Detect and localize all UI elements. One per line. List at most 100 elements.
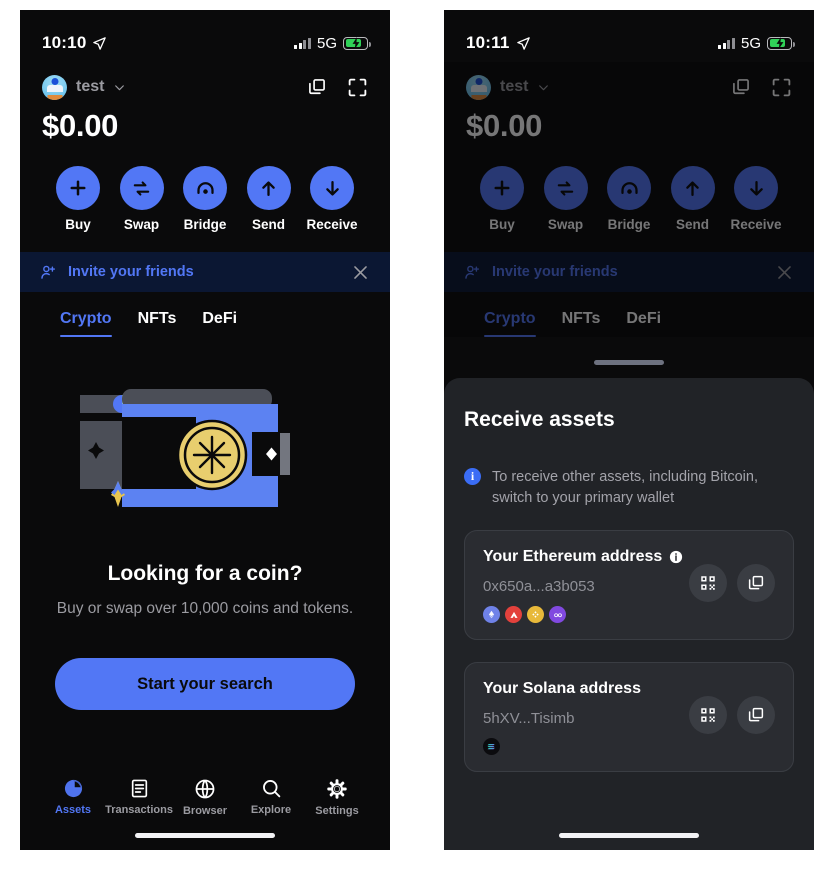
empty-state-title: Looking for a coin?: [107, 562, 303, 585]
address-card-title-row: Your Ethereum address: [483, 548, 683, 566]
user-plus-icon: [41, 265, 56, 279]
plus-icon: [56, 166, 100, 210]
signal-bars-icon: [718, 37, 735, 49]
nav-item-settings[interactable]: Settings: [306, 778, 368, 850]
action-buy: Buy: [474, 166, 530, 232]
avatar: [42, 74, 67, 100]
info-icon[interactable]: [669, 550, 683, 564]
screenshot-stage: 10:10 5G test $0.00 Buy Swap Bridge Send…: [0, 0, 840, 870]
header-actions: [731, 77, 792, 98]
tab-crypto: Crypto: [484, 310, 536, 337]
location-arrow-icon: [93, 36, 107, 50]
address-card-title: Your Solana address: [483, 680, 641, 698]
invite-banner-label: Invite your friends: [492, 264, 618, 280]
action-buy[interactable]: Buy: [50, 166, 106, 232]
avalanche-chain-icon: [505, 606, 522, 624]
wallet-selector[interactable]: test: [42, 74, 126, 100]
action-button-row: Buy Swap Bridge Send Receive: [444, 144, 814, 232]
action-receive[interactable]: Receive: [304, 166, 360, 232]
status-bar-time-group: 10:11: [466, 33, 531, 53]
avatar: [466, 74, 491, 100]
nav-item-explore[interactable]: Explore: [240, 778, 302, 850]
home-indicator: [135, 833, 275, 838]
chevron-down-icon: [115, 84, 125, 90]
tab-crypto[interactable]: Crypto: [60, 310, 112, 337]
action-send: Send: [665, 166, 721, 232]
status-bar: 10:11 5G: [444, 10, 814, 62]
wallet-header: test: [20, 62, 390, 106]
tab-nfts: NFTs: [561, 310, 601, 327]
chevron-down-icon: [539, 84, 549, 90]
empty-state-subtitle: Buy or swap over 10,000 coins and tokens…: [56, 600, 354, 617]
action-label: Receive: [306, 217, 358, 232]
wallet-with-coin-illustration: [80, 389, 290, 507]
balance-amount: $0.00: [466, 108, 543, 143]
arrow-down-icon: [310, 166, 354, 210]
qr-code-button[interactable]: [689, 696, 727, 735]
plus-icon: [480, 166, 524, 210]
nav-item-transactions[interactable]: Transactions: [105, 778, 173, 850]
address-card-ethereum[interactable]: Your Ethereum address 0x650a...a3b053: [464, 530, 794, 641]
polygon-chain-icon: [549, 606, 566, 624]
supported-chain-icons: [483, 606, 683, 624]
globe-icon: [195, 779, 215, 799]
ethereum-chain-icon: [483, 606, 500, 624]
action-label: Swap: [547, 217, 584, 232]
asset-tabs: Crypto NFTs DeFi: [444, 292, 814, 337]
nav-item-browser[interactable]: Browser: [174, 778, 236, 850]
sheet-drag-handle[interactable]: [594, 360, 664, 365]
sheet-notice-text: To receive other assets, including Bitco…: [492, 469, 758, 506]
bridge-arc-icon: [183, 166, 227, 210]
action-label: Send: [251, 217, 285, 232]
qr-code-button[interactable]: [689, 564, 727, 603]
nav-label: Assets: [54, 804, 92, 816]
supported-chain-icons: [483, 738, 641, 756]
bnb-chain-icon: [527, 606, 544, 624]
info-icon: i: [464, 468, 481, 485]
address-card-title: Your Ethereum address: [483, 548, 663, 566]
wallet-selector: test: [466, 74, 550, 100]
copy-address-button[interactable]: [737, 696, 775, 735]
user-plus-icon: [465, 265, 480, 279]
nav-item-assets[interactable]: Assets: [42, 778, 104, 850]
action-bridge[interactable]: Bridge: [177, 166, 233, 232]
tab-defi[interactable]: DeFi: [202, 310, 237, 337]
arrow-down-icon: [734, 166, 778, 210]
nav-label: Explore: [250, 804, 292, 816]
copy-address-button[interactable]: [737, 564, 775, 603]
copy-icon: [748, 708, 764, 722]
address-value: 0x650a...a3b053: [483, 578, 595, 596]
battery-charging-icon: [343, 36, 371, 50]
arrow-up-icon: [670, 166, 715, 210]
list-document-icon: [131, 779, 147, 798]
header-actions: [307, 77, 368, 98]
solana-chain-icon: [483, 738, 500, 756]
invite-banner[interactable]: Invite your friends: [20, 252, 390, 292]
copy-icon[interactable]: [307, 77, 327, 97]
scan-frame-icon: [772, 78, 791, 96]
swap-arrows-icon: [543, 166, 588, 210]
start-search-button[interactable]: Start your search: [55, 658, 355, 710]
status-time: 10:11: [466, 33, 510, 52]
scan-frame-icon[interactable]: [347, 77, 368, 98]
action-swap[interactable]: Swap: [114, 166, 170, 232]
action-label: Buy: [489, 217, 515, 232]
action-label: Swap: [123, 217, 160, 232]
address-card-actions: [689, 548, 775, 603]
nav-label: Browser: [182, 805, 228, 817]
swap-arrows-icon: [119, 166, 164, 210]
tab-nfts[interactable]: NFTs: [138, 310, 177, 337]
status-bar-indicators: 5G: [294, 34, 371, 52]
action-swap: Swap: [538, 166, 594, 232]
address-card-solana[interactable]: Your Solana address 5hXV...Tisimb: [464, 662, 794, 773]
pie-chart-icon: [64, 779, 82, 798]
action-button-row: Buy Swap Bridge Send Receive: [20, 144, 390, 232]
arrow-up-icon: [246, 166, 291, 210]
status-bar: 10:10 5G: [20, 10, 390, 62]
close-icon[interactable]: [351, 263, 370, 282]
empty-state: Looking for a coin? Buy or swap over 10,…: [20, 337, 390, 710]
network-label: 5G: [316, 34, 337, 52]
action-label: Buy: [65, 217, 91, 232]
action-send[interactable]: Send: [241, 166, 297, 232]
copy-icon: [733, 79, 749, 95]
